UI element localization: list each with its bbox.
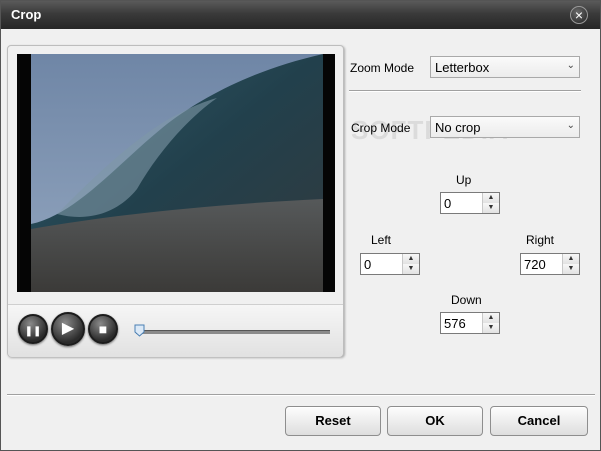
left-spinbox[interactable]: 0 ▲ ▼ [360, 253, 420, 275]
play-icon: ▶ [61, 320, 75, 337]
decrement-icon[interactable]: ▼ [483, 323, 499, 333]
right-label: Right [526, 233, 555, 247]
down-spinbox[interactable]: 576 ▲ ▼ [440, 312, 500, 334]
up-spin-buttons: ▲ ▼ [482, 193, 499, 213]
ok-button[interactable]: OK [387, 406, 483, 436]
pause-icon: ❚❚ [24, 326, 42, 337]
reset-button[interactable]: Reset [285, 406, 381, 436]
up-value[interactable]: 0 [444, 196, 451, 211]
right-spin-buttons: ▲ ▼ [562, 254, 579, 274]
chevron-down-icon: ⌄ [566, 120, 575, 131]
crop-mode-value: No crop [435, 120, 481, 135]
down-value[interactable]: 576 [444, 316, 466, 331]
down-spin-buttons: ▲ ▼ [482, 313, 499, 333]
crop-dialog: Crop × ❚❚ ▶ ■ Zoom Mode Letterbox ⌄ Crop… [0, 0, 601, 451]
left-spin-buttons: ▲ ▼ [402, 254, 419, 274]
decrement-icon[interactable]: ▼ [563, 264, 579, 274]
divider [349, 90, 581, 92]
video-preview-panel: ❚❚ ▶ ■ [7, 45, 344, 357]
decrement-icon[interactable]: ▼ [403, 264, 419, 274]
chevron-down-icon: ⌄ [566, 60, 575, 71]
up-label: Up [456, 173, 472, 187]
right-value[interactable]: 720 [524, 257, 546, 272]
crop-mode-select[interactable]: No crop ⌄ [430, 116, 580, 138]
pause-button[interactable]: ❚❚ [18, 314, 48, 344]
dialog-title: Crop [11, 7, 42, 22]
bottom-divider [7, 394, 595, 396]
down-label: Down [451, 293, 482, 307]
up-spinbox[interactable]: 0 ▲ ▼ [440, 192, 500, 214]
close-icon[interactable]: × [570, 6, 588, 24]
video-frame [17, 54, 335, 292]
cancel-button[interactable]: Cancel [490, 406, 588, 436]
zoom-mode-label: Zoom Mode [350, 61, 415, 75]
video-image [17, 54, 335, 292]
seek-slider-thumb[interactable] [134, 324, 145, 337]
play-button[interactable]: ▶ [51, 312, 85, 346]
title-bar[interactable]: Crop × [1, 1, 600, 29]
stop-icon: ■ [98, 321, 108, 337]
zoom-mode-select[interactable]: Letterbox ⌄ [430, 56, 580, 78]
stop-button[interactable]: ■ [88, 314, 118, 344]
zoom-mode-value: Letterbox [435, 60, 490, 75]
left-value[interactable]: 0 [364, 257, 371, 272]
seek-track[interactable] [136, 330, 330, 334]
playback-controls: ❚❚ ▶ ■ [8, 304, 343, 357]
decrement-icon[interactable]: ▼ [483, 203, 499, 213]
left-label: Left [371, 233, 392, 247]
crop-mode-label: Crop Mode [351, 121, 411, 135]
right-spinbox[interactable]: 720 ▲ ▼ [520, 253, 580, 275]
